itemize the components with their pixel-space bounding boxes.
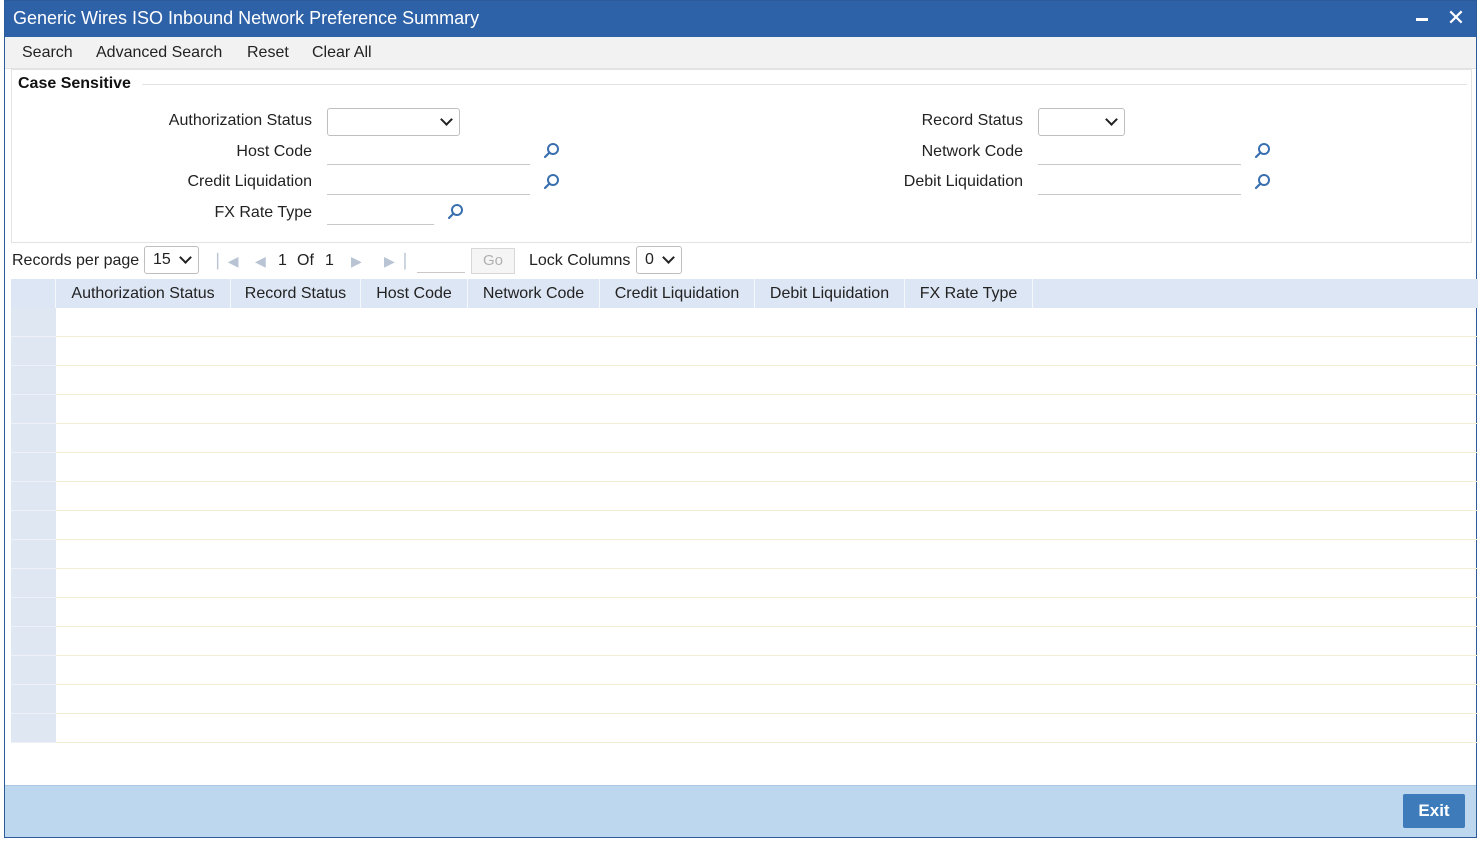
network-code-search-icon[interactable]: [1254, 142, 1272, 160]
select-all-column[interactable]: [11, 279, 56, 308]
results-grid: Authorization Status Record Status Host …: [11, 279, 1478, 743]
toolbar: Search Advanced Search Reset Clear All: [5, 37, 1476, 69]
debit-liquidation-label: Debit Liquidation: [903, 173, 1023, 190]
credit-liquidation-search-icon[interactable]: [543, 173, 561, 191]
row-selector[interactable]: [11, 395, 56, 424]
column-fx-rate-type[interactable]: FX Rate Type: [905, 279, 1033, 308]
row-selector[interactable]: [11, 453, 56, 482]
table-row[interactable]: [56, 569, 1478, 598]
table-row[interactable]: [56, 337, 1478, 366]
table-row[interactable]: [56, 308, 1478, 337]
records-per-page-label: Records per page: [12, 252, 140, 269]
table-row[interactable]: [56, 366, 1478, 395]
chevron-down-icon: [179, 251, 192, 264]
table-row[interactable]: [56, 714, 1478, 743]
clear-all-button[interactable]: Clear All: [312, 44, 372, 62]
table-row[interactable]: [56, 453, 1478, 482]
table-row[interactable]: [56, 482, 1478, 511]
row-selector[interactable]: [11, 627, 56, 656]
row-selector[interactable]: [11, 482, 56, 511]
table-row[interactable]: [56, 511, 1478, 540]
table-row[interactable]: [56, 540, 1478, 569]
row-selector[interactable]: [11, 308, 56, 337]
total-pages: 1: [325, 252, 334, 269]
table-row[interactable]: [56, 598, 1478, 627]
chevron-down-icon: [1105, 113, 1118, 126]
column-authorization-status[interactable]: Authorization Status: [56, 279, 231, 308]
summary-window: Generic Wires ISO Inbound Network Prefer…: [4, 0, 1478, 838]
column-host-code[interactable]: Host Code: [361, 279, 468, 308]
column-credit-liquidation[interactable]: Credit Liquidation: [600, 279, 755, 308]
previous-page-icon[interactable]: ◀: [255, 253, 266, 270]
search-button[interactable]: Search: [22, 44, 73, 62]
host-code-input[interactable]: [327, 139, 530, 165]
records-per-page-select[interactable]: 15: [144, 246, 199, 274]
host-code-label: Host Code: [236, 143, 312, 160]
exit-button[interactable]: Exit: [1403, 794, 1465, 828]
last-page-icon[interactable]: ▶▕: [384, 253, 406, 270]
lock-columns-label: Lock Columns: [529, 252, 631, 269]
row-selector[interactable]: [11, 337, 56, 366]
search-criteria-panel: Case Sensitive Authorization Status Host…: [11, 69, 1472, 243]
row-selector[interactable]: [11, 424, 56, 453]
record-status-select[interactable]: [1038, 108, 1125, 136]
authorization-status-label: Authorization Status: [168, 112, 312, 129]
credit-liquidation-label: Credit Liquidation: [187, 173, 312, 190]
page-number-input[interactable]: [417, 249, 465, 273]
column-debit-liquidation[interactable]: Debit Liquidation: [755, 279, 905, 308]
record-status-label: Record Status: [921, 112, 1023, 129]
debit-liquidation-input[interactable]: [1038, 169, 1241, 195]
fx-rate-type-search-icon[interactable]: [447, 203, 465, 221]
table-row[interactable]: [56, 395, 1478, 424]
table-row[interactable]: [56, 685, 1478, 714]
lock-columns-select[interactable]: 0: [636, 246, 682, 274]
table-row[interactable]: [56, 656, 1478, 685]
row-selector[interactable]: [11, 714, 56, 743]
column-record-status[interactable]: Record Status: [231, 279, 361, 308]
legend-divider: [142, 84, 1467, 85]
pagination-bar: Records per page 15 ▏◀ ◀ 1 Of 1 ▶ ▶▕ Go …: [11, 245, 1472, 277]
advanced-search-button[interactable]: Advanced Search: [96, 44, 222, 62]
chevron-down-icon: [662, 251, 675, 264]
of-label: Of: [297, 252, 314, 269]
go-button[interactable]: Go: [471, 248, 515, 274]
minimize-icon[interactable]: [1416, 18, 1428, 21]
footer-bar: Exit: [5, 785, 1476, 837]
chevron-down-icon: [440, 113, 453, 126]
row-selector[interactable]: [11, 366, 56, 395]
row-selector[interactable]: [11, 685, 56, 714]
next-page-icon[interactable]: ▶: [351, 253, 362, 270]
row-selector[interactable]: [11, 598, 56, 627]
window-title: Generic Wires ISO Inbound Network Prefer…: [13, 8, 480, 28]
credit-liquidation-input[interactable]: [327, 169, 530, 195]
case-sensitive-legend: Case Sensitive: [18, 75, 131, 92]
table-row[interactable]: [56, 627, 1478, 656]
table-row[interactable]: [56, 424, 1478, 453]
network-code-label: Network Code: [921, 143, 1023, 160]
network-code-input[interactable]: [1038, 139, 1241, 165]
close-icon[interactable]: ✕: [1444, 5, 1468, 31]
first-page-icon[interactable]: ▏◀: [217, 253, 239, 270]
debit-liquidation-search-icon[interactable]: [1254, 173, 1272, 191]
fx-rate-type-input[interactable]: [327, 199, 434, 225]
fx-rate-type-label: FX Rate Type: [214, 204, 312, 221]
grid-header: Authorization Status Record Status Host …: [11, 279, 1478, 308]
row-selector[interactable]: [11, 540, 56, 569]
host-code-search-icon[interactable]: [543, 142, 561, 160]
current-page: 1: [278, 252, 287, 269]
row-selector[interactable]: [11, 656, 56, 685]
authorization-status-select[interactable]: [327, 108, 460, 136]
column-network-code[interactable]: Network Code: [468, 279, 600, 308]
row-selector[interactable]: [11, 569, 56, 598]
row-selector[interactable]: [11, 511, 56, 540]
reset-button[interactable]: Reset: [247, 44, 289, 62]
title-bar: Generic Wires ISO Inbound Network Prefer…: [5, 1, 1476, 37]
